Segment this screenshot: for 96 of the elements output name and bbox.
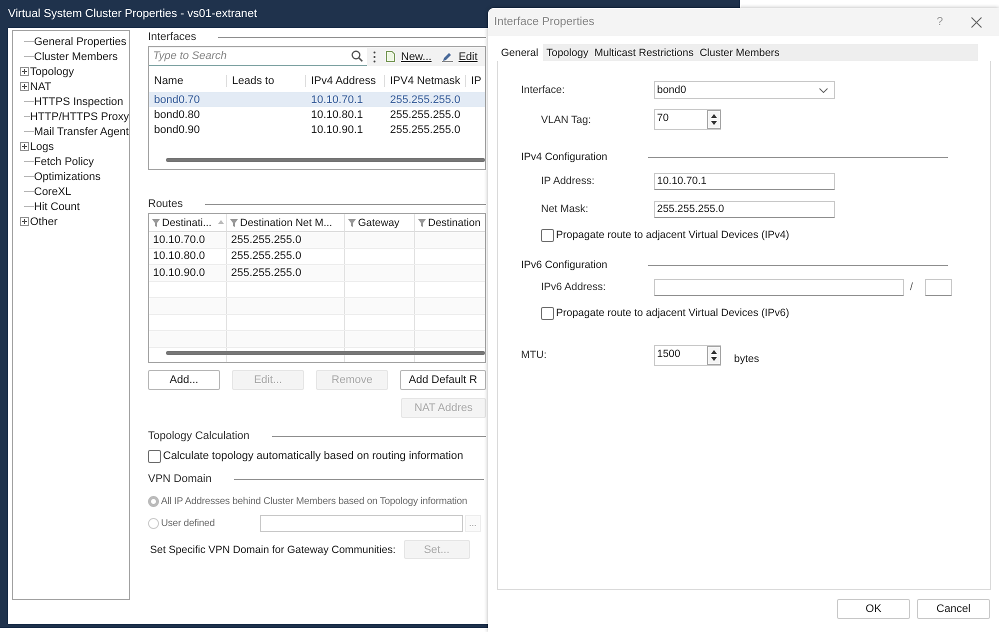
interface-dropdown[interactable]: bond0	[654, 81, 835, 99]
expand-icon[interactable]	[20, 217, 29, 226]
expand-icon[interactable]	[20, 67, 29, 76]
prefix-field[interactable]	[924, 278, 952, 296]
spin-field[interactable]: 70	[654, 109, 721, 130]
field-label: Net Mask:	[540, 203, 590, 215]
table-row[interactable]: bond0.80 10.10.80.1 255.255.255.0	[149, 107, 485, 122]
sidebar-item[interactable]: General Properties	[34, 36, 126, 48]
input-field[interactable]: 10.10.70.1	[654, 172, 835, 190]
field-label: IPv6 Address:	[540, 281, 607, 293]
sidebar-item[interactable]: HTTP/HTTPS Proxy	[30, 110, 129, 122]
separator-label: /	[910, 281, 913, 293]
search-field[interactable]: Type to Search	[149, 48, 367, 66]
spin-field[interactable]: 1500	[654, 344, 721, 366]
section-title: Routes	[148, 198, 183, 210]
chevron-down-icon	[819, 88, 828, 92]
route-button[interactable]: Add Default R	[400, 370, 486, 390]
route-button[interactable]: Add...	[148, 370, 220, 390]
unit-label: bytes	[734, 353, 760, 365]
sidebar-item[interactable]: Topology	[30, 66, 74, 78]
scrollbar[interactable]	[166, 351, 485, 355]
section-title: Interfaces	[148, 31, 196, 43]
table-row[interactable]: bond0.70 10.10.70.1 255.255.255.0	[149, 92, 485, 107]
spinner-arrows-icon[interactable]	[707, 110, 721, 129]
radio-label: All IP Addresses behind Cluster Members based on Topology information	[161, 496, 468, 506]
dialog-button[interactable]: Cancel	[917, 599, 990, 619]
column-header[interactable]: Destinati...	[149, 214, 227, 231]
column-header[interactable]: Gateway	[345, 214, 415, 231]
expand-icon[interactable]	[20, 142, 29, 151]
table-cell: 10.10.90.0	[149, 265, 227, 280]
field-label: VLAN Tag:	[540, 114, 592, 126]
close-icon[interactable]	[971, 16, 982, 28]
table-cell: 255.255.255.0	[227, 248, 345, 264]
field-label: IP Address:	[540, 175, 596, 187]
field-label: Interface:	[521, 84, 566, 96]
field-label: Set Specific VPN Domain for Gateway Communities:	[150, 544, 396, 556]
radio-button[interactable]	[148, 518, 159, 528]
dialog-title: Interface Properties	[494, 16, 594, 28]
column-header[interactable]: Name	[149, 75, 227, 87]
table-cell: 10.10.70.0	[149, 232, 227, 248]
checkbox[interactable]	[541, 228, 554, 242]
expand-icon[interactable]	[20, 82, 29, 91]
column-header[interactable]: Destination Net M...	[227, 214, 345, 231]
tab[interactable]: General	[496, 44, 544, 61]
sidebar-item[interactable]: Logs	[30, 140, 54, 152]
radio-label: User defined	[161, 518, 215, 528]
checkbox-label: Propagate route to adjacent Virtual Devices (IPv6)	[556, 307, 790, 319]
section-title: IPv4 Configuration	[521, 151, 608, 163]
table-cell: 10.10.80.0	[149, 248, 227, 264]
sort-icon	[218, 220, 224, 224]
filter-icon	[230, 218, 238, 226]
section-title: Topology Calculation	[148, 430, 250, 442]
column-header[interactable]: IPv4 Address	[306, 75, 385, 87]
section-title: VPN Domain	[148, 473, 212, 485]
column-header[interactable]: Leads to	[227, 75, 306, 87]
table-cell: 255.255.255.0	[227, 232, 345, 248]
sidebar-item[interactable]: NAT	[30, 80, 52, 92]
checkbox[interactable]	[541, 306, 554, 320]
tab[interactable]: Multicast Restrictions	[591, 44, 697, 61]
table-cell: 255.255.255.0	[227, 265, 345, 280]
tab[interactable]: Cluster Members	[696, 44, 783, 61]
sidebar-item[interactable]: CoreXL	[34, 186, 72, 198]
table-row[interactable]: bond0.90 10.10.90.1 255.255.255.0	[149, 122, 485, 137]
checkbox-label: Propagate route to adjacent Virtual Devices (IPv4)	[556, 229, 790, 241]
sidebar-item[interactable]: HTTPS Inspection	[34, 96, 124, 108]
tab[interactable]: Topology	[543, 44, 592, 61]
toolbar-button[interactable]: Edit	[458, 50, 478, 62]
filter-icon	[152, 218, 160, 226]
sidebar-item[interactable]: Hit Count	[34, 200, 80, 212]
column-header[interactable]: Destination	[415, 214, 485, 231]
sidebar-item[interactable]: Fetch Policy	[34, 156, 94, 168]
window-title: Virtual System Cluster Properties - vs01-extranet	[8, 8, 258, 20]
more-icon[interactable]	[373, 50, 376, 62]
sidebar-item[interactable]: Other	[30, 216, 58, 228]
sidebar-item[interactable]: Optimizations	[34, 170, 101, 182]
dialog-button[interactable]: OK	[837, 599, 910, 619]
sidebar-item[interactable]: Cluster Members	[34, 50, 118, 62]
scrollbar[interactable]	[166, 158, 485, 162]
document-icon	[386, 51, 395, 62]
column-header[interactable]: IP	[466, 75, 485, 87]
checkbox-label: Calculate topology automatically based on routing information	[163, 450, 464, 462]
radio-button[interactable]	[148, 496, 159, 506]
filter-icon	[348, 218, 356, 226]
checkbox[interactable]	[148, 450, 161, 462]
pencil-icon	[442, 52, 453, 62]
column-header[interactable]: IPV4 Netmask	[385, 75, 466, 87]
spinner-arrows-icon[interactable]	[707, 346, 721, 364]
sidebar-item[interactable]: Mail Transfer Agent	[34, 126, 129, 138]
toolbar-button[interactable]: New...	[401, 50, 432, 62]
search-icon	[351, 50, 363, 62]
input-field[interactable]	[654, 278, 904, 296]
filter-icon	[418, 218, 426, 226]
field-label: MTU:	[521, 349, 548, 361]
input-field[interactable]: 255.255.255.0	[654, 200, 835, 218]
section-title: IPv6 Configuration	[521, 259, 608, 271]
input-field[interactable]	[260, 514, 463, 532]
